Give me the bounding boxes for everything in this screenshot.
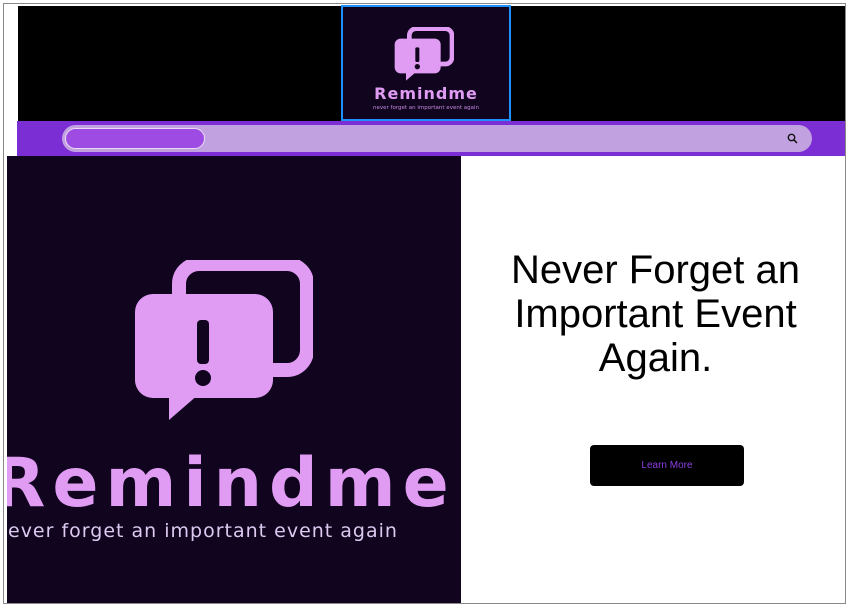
search-scroll-thumb[interactable]	[65, 128, 205, 149]
hero-content: Never Forget an Important Event Again. L…	[461, 156, 845, 603]
chat-bubbles-alert-icon	[135, 260, 313, 420]
search-input[interactable]	[62, 125, 812, 152]
brand-name: Remindme	[374, 84, 478, 103]
page-frame: Remindme never forget an important event…	[3, 3, 846, 604]
hero-headline: Never Forget an Important Event Again.	[461, 248, 845, 380]
hero-brand-tagline: ever forget an important event again	[8, 520, 398, 542]
hero-brand-name: Remindme	[7, 444, 456, 523]
header-logo[interactable]: Remindme never forget an important event…	[341, 5, 511, 121]
headline-line-3: Again.	[598, 336, 713, 380]
search-icon[interactable]	[787, 133, 798, 144]
brand-tagline: never forget an important event again	[373, 105, 479, 111]
hero-logo-panel: Remindme ever forget an important event …	[7, 156, 461, 603]
headline-line-1: Never Forget an	[510, 248, 801, 292]
headline-line-2: Important Event	[514, 292, 797, 336]
chat-bubbles-alert-icon	[394, 27, 454, 81]
learn-more-button[interactable]: Learn More	[590, 445, 744, 486]
search-band	[17, 121, 845, 156]
